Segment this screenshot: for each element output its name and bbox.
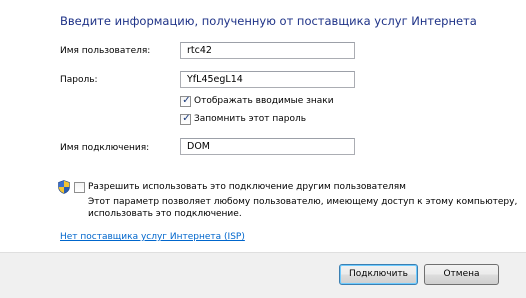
remember-password-label[interactable]: Запомнить этот пароль bbox=[194, 114, 306, 124]
show-characters-checkbox[interactable]: ✓ bbox=[180, 95, 191, 107]
cancel-button[interactable]: Отмена bbox=[424, 264, 499, 285]
checkmark-icon: ✓ bbox=[182, 113, 191, 124]
checkmark-icon: ✓ bbox=[182, 95, 191, 106]
show-characters-label[interactable]: Отображать вводимые знаки bbox=[194, 96, 334, 106]
description-line: Этот параметр позволяет любому пользоват… bbox=[88, 197, 518, 207]
password-label: Пароль: bbox=[60, 75, 98, 85]
connect-button[interactable]: Подключить bbox=[339, 264, 418, 285]
allow-others-label[interactable]: Разрешить использовать это подключение д… bbox=[88, 182, 406, 192]
uac-shield-icon bbox=[58, 180, 70, 194]
password-field[interactable] bbox=[180, 71, 355, 88]
allow-others-description: Этот параметр позволяет любому пользоват… bbox=[88, 197, 518, 220]
remember-password-checkbox[interactable]: ✓ bbox=[180, 113, 191, 125]
page-title: Введите информацию, полученную от постав… bbox=[60, 14, 477, 28]
no-isp-link[interactable]: Нет поставщика услуг Интернета (ISP) bbox=[60, 232, 245, 242]
allow-others-checkbox[interactable] bbox=[74, 182, 85, 193]
description-line: использовать это подключение. bbox=[88, 208, 242, 219]
username-label: Имя пользователя: bbox=[60, 46, 151, 56]
username-field[interactable] bbox=[180, 42, 355, 59]
connection-name-field[interactable] bbox=[180, 138, 355, 155]
connection-name-label: Имя подключения: bbox=[60, 143, 150, 153]
